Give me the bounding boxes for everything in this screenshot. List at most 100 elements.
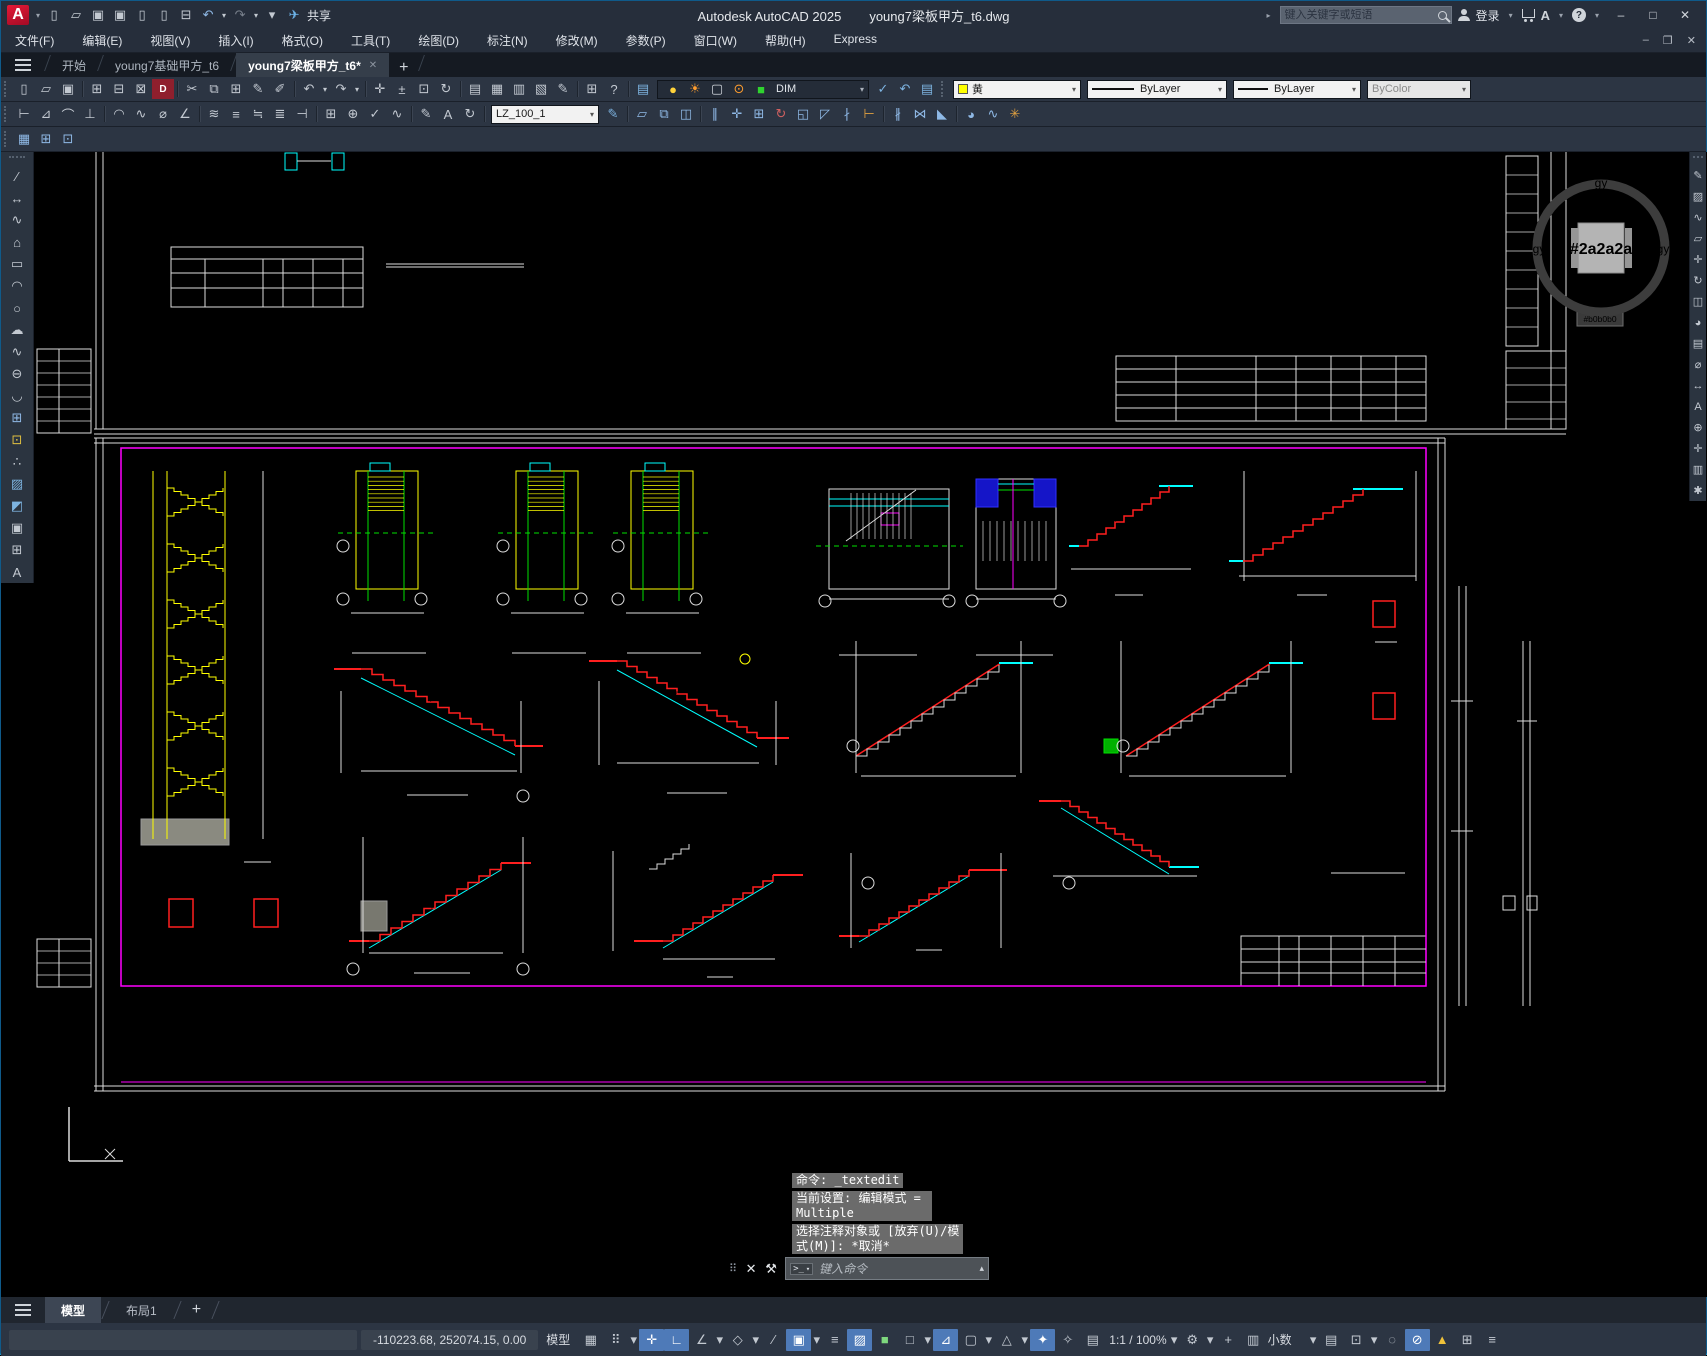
spline-icon[interactable]: ∿ [4, 341, 30, 363]
save-icon[interactable]: ▣ [87, 5, 109, 25]
chamfer-icon[interactable]: ◣ [931, 104, 953, 124]
circle-icon[interactable]: ○ [4, 297, 30, 319]
rectangle-icon[interactable]: ▭ [4, 253, 30, 275]
named-view-icon[interactable]: ▦ [13, 129, 35, 149]
layout-tabs-menu-icon[interactable] [15, 1309, 31, 1311]
redo-icon[interactable]: ↷ [229, 5, 251, 25]
grid-icon[interactable]: ▦ [578, 1329, 603, 1351]
properties-tool-icon[interactable]: ▥ [1691, 459, 1706, 480]
polar-tracking-icon[interactable]: ∠ [689, 1329, 714, 1351]
search-collapse-icon[interactable]: ▸ [1267, 11, 1271, 20]
tab-close-icon[interactable]: ✕ [369, 60, 377, 71]
dim-ordinate-icon[interactable]: ⊥ [79, 104, 101, 124]
dynamic-input-icon[interactable]: ✛ [639, 1328, 665, 1351]
mirror-tool-icon[interactable]: ◫ [1691, 291, 1706, 312]
osnap-3d-dropdown-icon[interactable]: ▾ [922, 1329, 933, 1351]
zoom-previous-icon[interactable]: ↻ [435, 79, 457, 99]
make-layer-current-icon[interactable]: ✓ [872, 79, 894, 99]
isolate-objects-icon[interactable]: ◌ [1380, 1329, 1405, 1351]
performance-analyzer-icon[interactable]: ▲ [1430, 1329, 1455, 1351]
menu-item-11[interactable]: 帮助(H) [751, 32, 820, 49]
dim-angular-icon[interactable]: ∠ [174, 104, 196, 124]
menu-item-5[interactable]: 工具(T) [337, 32, 404, 49]
search-input[interactable] [1284, 9, 1434, 21]
dim-continue-icon[interactable]: ≒ [247, 104, 269, 124]
join-icon[interactable]: ⋈ [909, 104, 931, 124]
pan-tool-icon[interactable]: ✛ [1691, 438, 1706, 459]
edit-pencil-icon[interactable]: ✎ [1691, 165, 1706, 186]
design-center-icon[interactable]: ▦ [486, 79, 508, 99]
app-store-cart-icon[interactable] [1521, 9, 1535, 22]
open-folder-icon[interactable]: ▱ [65, 5, 87, 25]
share-icon[interactable]: ✈ [283, 5, 305, 25]
undo-icon[interactable]: ↶ [197, 5, 219, 25]
menu-item-7[interactable]: 标注(N) [473, 32, 542, 49]
command-input-field[interactable]: >_ ▾ 键入命令 ▴ [785, 1257, 989, 1280]
dim-inspect-icon[interactable]: ✓ [364, 104, 386, 124]
dim-text-edit-icon[interactable]: A [437, 104, 459, 124]
help-dropdown-icon[interactable]: ▾ [1595, 11, 1599, 20]
copy-icon[interactable]: ⧉ [653, 104, 675, 124]
menu-item-1[interactable]: 编辑(E) [68, 32, 136, 49]
toolbar-grip[interactable] [9, 156, 25, 161]
new-file-icon[interactable]: ▯ [43, 5, 65, 25]
measure-tool-icon[interactable]: ⌀ [1691, 354, 1706, 375]
undo-icon[interactable]: ↶ [298, 79, 320, 99]
cut-icon[interactable]: ✂ [181, 79, 203, 99]
line-icon[interactable]: ∕ [4, 165, 30, 187]
match-properties-icon[interactable]: ✎ [247, 79, 269, 99]
minimize-button[interactable]: – [1608, 8, 1634, 22]
new-tab-button[interactable]: + [389, 59, 418, 77]
offset-icon[interactable]: ∥ [704, 104, 726, 124]
center-mark-icon[interactable]: ⊕ [342, 104, 364, 124]
user-icon[interactable] [1457, 9, 1470, 21]
markup-icon[interactable]: ✎ [552, 79, 574, 99]
new-layout-button[interactable]: + [182, 1301, 211, 1319]
menu-item-6[interactable]: 绘图(D) [404, 32, 473, 49]
polar-dropdown-icon[interactable]: ▾ [714, 1329, 725, 1351]
command-close-icon[interactable]: ✕ [741, 1261, 761, 1277]
menu-item-0[interactable]: 文件(F) [1, 32, 68, 49]
transparency-icon[interactable]: ▨ [847, 1328, 873, 1351]
rotate-tool-icon[interactable]: ↻ [1691, 270, 1706, 291]
break-icon[interactable]: ∦ [887, 104, 909, 124]
toolbar-grip[interactable] [941, 81, 946, 97]
dim-aligned-icon[interactable]: ⊿ [35, 104, 57, 124]
graphics-performance-icon[interactable]: ⊘ [1404, 1328, 1430, 1351]
tool-palettes-icon[interactable]: ▥ [508, 79, 530, 99]
dim-arc-icon[interactable]: ⌒ [57, 104, 79, 124]
fillet-tool-icon[interactable]: ◕ [1691, 312, 1706, 333]
tab-layout1[interactable]: 布局1 [110, 1297, 173, 1323]
layer-states-icon[interactable]: ▤ [916, 79, 938, 99]
tab-model[interactable]: 模型 [45, 1297, 102, 1323]
dynamic-ucs-icon[interactable]: ⊿ [933, 1328, 959, 1351]
share-label[interactable]: 共享 [307, 7, 331, 24]
menu-item-4[interactable]: 格式(O) [268, 32, 337, 49]
osnap-dropdown-icon[interactable]: ▾ [811, 1329, 822, 1351]
dim-jogline-icon[interactable]: ∿ [386, 104, 408, 124]
autodesk-app-icon[interactable]: A [1541, 8, 1550, 23]
construction-line-icon[interactable]: ↔ [4, 187, 30, 209]
annotation-scale-icon[interactable]: ▤ [1080, 1329, 1105, 1351]
tab-doc2-active[interactable]: young7梁板甲方_t6* ✕ [236, 53, 390, 77]
isodraft-dropdown-icon[interactable]: ▾ [750, 1329, 761, 1351]
lineweight-icon[interactable]: ≡ [822, 1329, 847, 1351]
help-icon[interactable]: ? [1571, 8, 1586, 22]
osnap-3d-icon[interactable]: □ [897, 1329, 922, 1351]
annotation-visibility-icon[interactable]: ✦ [1030, 1328, 1056, 1351]
fillet-icon[interactable]: ◕ [960, 104, 982, 124]
redo-dropdown-icon[interactable]: ▾ [352, 79, 362, 99]
annotation-scale-value[interactable]: 1:1 / 100% [1105, 1333, 1168, 1347]
dim-space-icon[interactable]: ≣ [269, 104, 291, 124]
trim-icon[interactable]: ∤ [836, 104, 858, 124]
maximize-button[interactable]: □ [1640, 8, 1666, 22]
selection-cycling-icon[interactable]: ■ [872, 1329, 897, 1351]
layer-properties-icon[interactable]: ▤ [632, 79, 654, 99]
filter-dropdown-icon[interactable]: ▾ [983, 1329, 994, 1351]
paste-icon[interactable]: ⊞ [225, 79, 247, 99]
move-tool-icon[interactable]: ✛ [1691, 249, 1706, 270]
layer-thaw-icon[interactable]: ☀ [684, 79, 706, 99]
revision-cloud-icon[interactable]: ☁ [4, 319, 30, 341]
drawing-canvas[interactable]: wwwwwwwmmmmmmmmmymymmywwwwwwwwwwwwwwwwww… [1, 152, 1707, 1297]
command-recent-icon[interactable]: ▴ [979, 1263, 984, 1274]
